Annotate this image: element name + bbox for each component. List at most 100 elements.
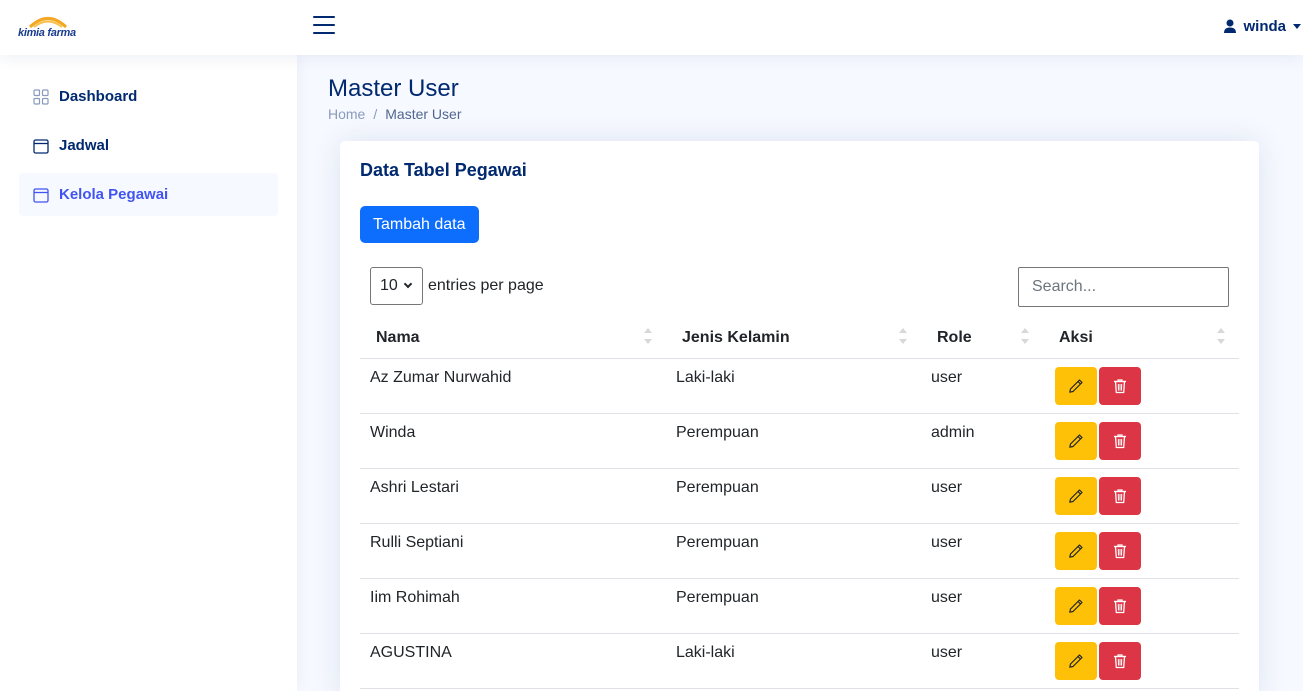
cell-aksi <box>1043 633 1239 689</box>
delete-button[interactable] <box>1099 366 1141 405</box>
sidebar-item-label: Kelola Pegawai <box>59 186 169 203</box>
pencil-icon <box>1069 543 1083 558</box>
edit-button[interactable] <box>1055 421 1097 460</box>
table-row: Rulli Septiani Perempuan user <box>360 523 1239 579</box>
cell-jenis-kelamin: Laki-laki <box>666 633 921 689</box>
delete-button[interactable] <box>1099 476 1141 515</box>
cell-jenis-kelamin: Perempuan <box>666 523 921 579</box>
hamburger-line <box>313 32 335 34</box>
cell-jenis-kelamin: Perempuan <box>666 468 921 524</box>
table-row: Iim Rohimah Perempuan user <box>360 578 1239 634</box>
cell-nama: Rulli Septiani <box>360 523 666 579</box>
breadcrumb-separator: / <box>373 106 378 122</box>
breadcrumb: Home / Master User <box>328 106 461 122</box>
search-input[interactable] <box>1018 267 1229 307</box>
page-title: Master User <box>328 75 459 102</box>
sort-icon <box>644 328 652 348</box>
breadcrumb-home-link[interactable]: Home <box>328 106 365 122</box>
cell-aksi <box>1043 578 1239 634</box>
sort-icon <box>1021 328 1029 348</box>
cell-jenis-kelamin: Laki-laki <box>666 358 921 414</box>
table-header-row: Nama Jenis Kelamin Role Aksi <box>360 318 1239 359</box>
cell-role: user <box>921 358 1043 414</box>
delete-button[interactable] <box>1099 531 1141 570</box>
cell-jenis-kelamin: Perempuan <box>666 413 921 469</box>
add-data-button[interactable]: Tambah data <box>360 206 479 243</box>
edit-button[interactable] <box>1055 476 1097 515</box>
cell-aksi <box>1043 468 1239 524</box>
cell-nama: Winda <box>360 413 666 469</box>
sidebar-item-label: Dashboard <box>59 88 138 105</box>
trash-icon <box>1114 433 1126 448</box>
cell-role: admin <box>921 413 1043 469</box>
edit-button[interactable] <box>1055 586 1097 625</box>
column-header-label: Aksi <box>1059 328 1093 346</box>
employee-table-card: Data Tabel Pegawai Tambah data 10 entrie… <box>340 141 1259 691</box>
hamburger-line <box>313 16 335 18</box>
per-page-select[interactable]: 10 <box>370 267 423 305</box>
delete-button[interactable] <box>1099 641 1141 680</box>
calendar-icon <box>33 138 49 154</box>
pencil-icon <box>1069 653 1083 668</box>
column-header-label: Nama <box>376 328 420 346</box>
sidebar-item-label: Jadwal <box>59 137 110 154</box>
sidebar-item-jadwal[interactable]: Jadwal <box>19 124 278 167</box>
pencil-icon <box>1069 433 1083 448</box>
per-page-value: 10 <box>380 277 398 294</box>
cell-role: user <box>921 578 1043 634</box>
delete-button[interactable] <box>1099 586 1141 625</box>
table-row: Az Zumar Nurwahid Laki-laki user <box>360 358 1239 414</box>
column-header-nama[interactable]: Nama <box>360 318 666 359</box>
table-row: AGUSTINA Laki-laki user <box>360 633 1239 689</box>
trash-icon <box>1114 488 1126 503</box>
sidebar-item-kelola-pegawai[interactable]: Kelola Pegawai <box>19 173 278 216</box>
pencil-icon <box>1069 378 1083 393</box>
edit-button[interactable] <box>1055 641 1097 680</box>
grid-icon <box>33 88 49 105</box>
trash-icon <box>1114 543 1126 558</box>
user-menu-dropdown[interactable]: winda <box>1223 15 1301 37</box>
toggle-sidebar-button[interactable] <box>311 13 337 37</box>
logo-sun-icon <box>28 17 68 28</box>
cell-nama: Az Zumar Nurwahid <box>360 358 666 414</box>
column-header-jenis-kelamin[interactable]: Jenis Kelamin <box>666 318 921 359</box>
sort-icon <box>1217 328 1225 348</box>
cell-role: user <box>921 468 1043 524</box>
cell-role: user <box>921 523 1043 579</box>
sort-icon <box>899 328 907 348</box>
entries-per-page: 10 entries per page <box>370 267 544 305</box>
sidebar-item-dashboard[interactable]: Dashboard <box>19 75 278 118</box>
cell-aksi <box>1043 523 1239 579</box>
edit-button[interactable] <box>1055 366 1097 405</box>
main-content: Master User Home / Master User Data Tabe… <box>297 55 1303 691</box>
cell-nama: Ashri Lestari <box>360 468 666 524</box>
kimia-farma-logo[interactable]: kimia farma <box>16 14 86 42</box>
column-header-label: Role <box>937 328 972 346</box>
cell-nama: AGUSTINA <box>360 633 666 689</box>
column-header-role[interactable]: Role <box>921 318 1043 359</box>
trash-icon <box>1114 653 1126 668</box>
user-icon <box>1224 19 1237 33</box>
breadcrumb-current: Master User <box>385 106 462 122</box>
card-title: Data Tabel Pegawai <box>360 160 527 180</box>
sidebar: Dashboard Jadwal Kelola Pegawai <box>0 55 297 691</box>
column-header-aksi[interactable]: Aksi <box>1043 318 1239 359</box>
cell-nama: Iim Rohimah <box>360 578 666 634</box>
employee-table: Nama Jenis Kelamin Role Aksi Az Zumar Nu… <box>360 318 1239 689</box>
top-header: kimia farma winda <box>0 0 1303 55</box>
per-page-label: entries per page <box>428 277 544 294</box>
delete-button[interactable] <box>1099 421 1141 460</box>
edit-button[interactable] <box>1055 531 1097 570</box>
chevron-down-icon <box>403 279 413 289</box>
column-header-label: Jenis Kelamin <box>682 328 790 346</box>
chevron-down-icon <box>1293 23 1301 29</box>
cell-aksi <box>1043 413 1239 469</box>
pencil-icon <box>1069 488 1083 503</box>
cell-jenis-kelamin: Perempuan <box>666 578 921 634</box>
cell-role: user <box>921 633 1043 689</box>
cell-aksi <box>1043 358 1239 414</box>
pencil-icon <box>1069 598 1083 613</box>
table-row: Ashri Lestari Perempuan user <box>360 468 1239 524</box>
trash-icon <box>1114 378 1126 393</box>
table-row: Winda Perempuan admin <box>360 413 1239 469</box>
